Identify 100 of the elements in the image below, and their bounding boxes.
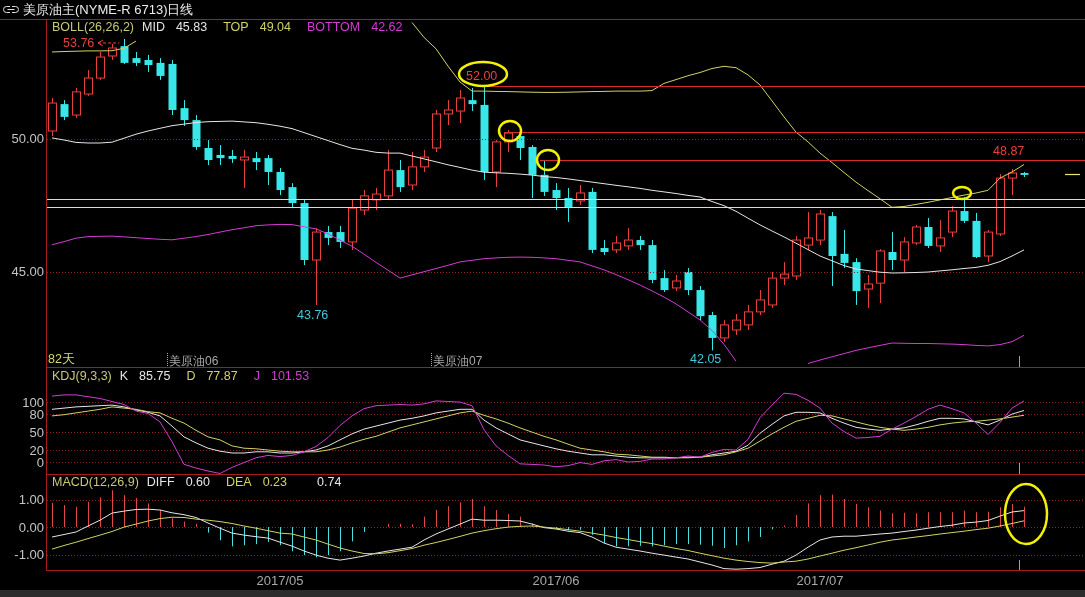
falling-candle [540,159,549,197]
falling-candle [708,311,717,351]
falling-candle [120,38,129,65]
legend-label: MID [142,20,165,35]
falling-candle [1020,171,1029,178]
falling-candle [192,114,201,151]
falling-candle [468,87,477,112]
falling-candle [660,269,669,293]
legend-label: K [119,369,129,384]
falling-candle [252,151,261,171]
rising-candle [408,151,417,191]
rising-candle [420,149,429,173]
axis-label: -1.00 [14,547,44,563]
cursor-tick [1019,355,1020,368]
contract-label: 美原油06 [169,354,219,368]
highlight-ellipse [951,185,973,201]
price-label: 48.87 [993,144,1025,158]
rising-candle [348,199,357,251]
axis-label: 50 [29,424,44,440]
legend-value: 101.53 [270,369,310,384]
rising-candle [768,271,777,309]
falling-candle [288,182,297,209]
rising-candle [444,99,453,126]
falling-candle [60,99,69,121]
rising-candle [576,184,585,206]
link-icon [3,6,19,13]
legend-value: 42.62 [371,20,403,35]
legend-value: 45.83 [175,20,208,35]
falling-candle [336,225,345,249]
falling-candle [564,187,573,223]
rising-candle [48,97,57,137]
legend-label: TOP [223,20,249,35]
rising-candle [780,261,789,286]
price-label: 53.76 [63,36,95,50]
falling-candle [528,144,537,199]
day-count: 82天 [48,352,75,366]
falling-candle [600,239,609,256]
legend-label: DEA [225,475,252,490]
legend-label: J [253,369,260,384]
rising-candle [936,219,945,253]
rising-candle [492,139,501,188]
rising-candle [612,235,621,254]
legend-value: 77.87 [206,369,238,384]
falling-candle [300,199,309,266]
rising-candle [72,87,81,119]
falling-candle [228,149,237,164]
rising-candle [108,43,117,61]
rising-candle [816,209,825,246]
falling-candle [180,99,189,127]
rising-candle [744,304,753,331]
rising-candle [624,227,633,251]
rising-candle [912,224,921,246]
rising-candle [804,211,813,251]
rising-candle [372,187,381,211]
falling-candle [204,139,213,166]
rising-candle [792,235,801,281]
legend-label: D [186,369,196,384]
falling-candle [132,51,141,67]
falling-candle [264,154,273,186]
falling-candle [636,235,645,251]
cursor-tick [1019,559,1020,571]
rising-candle [948,205,957,238]
legend-value: 0.74 [317,475,342,490]
highlight-ellipse [535,148,561,172]
rising-candle [876,248,885,304]
rising-candle [456,89,465,124]
axis-label: 50.00 [11,131,44,147]
falling-candle [972,212,981,259]
window-title: 美原油主(NYME-R 6713)日线 [23,1,194,18]
falling-candle [156,57,165,81]
rising-candle [504,129,513,153]
level-dash [1064,173,1081,176]
rising-candle [360,189,369,216]
rising-candle [432,109,441,153]
falling-candle [396,159,405,193]
contract-tick [431,352,432,367]
falling-candle [552,182,561,211]
rising-candle [756,289,765,316]
falling-candle [840,229,849,269]
rising-candle [864,274,873,309]
indicator-name: MACD(12,26,9) [52,475,139,490]
falling-candle [216,144,225,166]
date-label: 2017/05 [256,573,304,588]
highlight-ellipse [1003,482,1049,546]
date-label: 2017/07 [796,573,844,588]
price-label: 52.00 [466,69,498,83]
rising-candle [732,313,741,336]
price-label: 43.76 [297,308,329,322]
date-label: 2017/06 [532,573,580,588]
falling-candle [276,167,285,196]
legend-label: DIFF [146,475,175,490]
falling-candle [924,217,933,249]
cursor-tick [1019,462,1020,474]
contract-tick [167,352,168,367]
falling-candle [648,239,657,284]
axis-label: 1.00 [18,492,44,508]
falling-candle [168,59,177,116]
rising-candle [996,173,1005,237]
falling-candle [144,54,153,73]
contract-label: 美原油07 [433,354,483,368]
